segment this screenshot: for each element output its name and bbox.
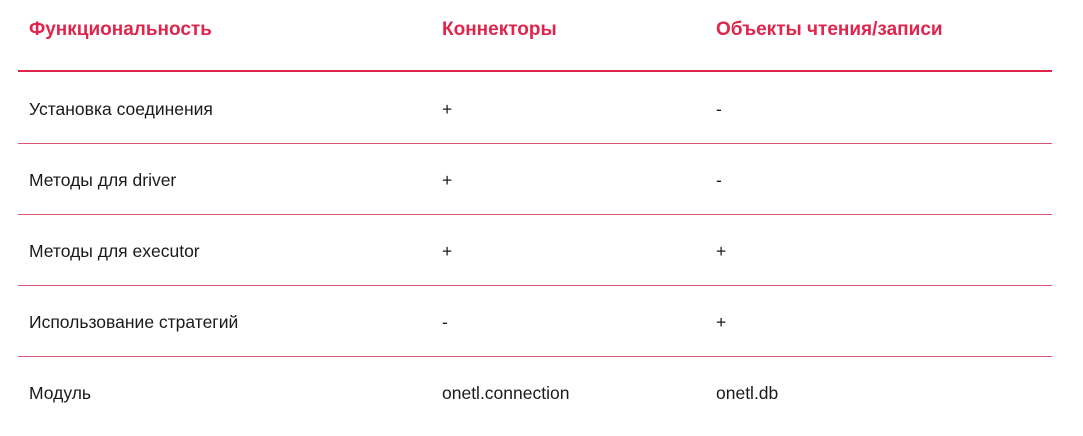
cell-read-write-objects: + bbox=[716, 312, 727, 332]
cell-connectors: + bbox=[442, 99, 453, 119]
cell-functionality: Модуль bbox=[29, 383, 92, 403]
cell-read-write-objects: + bbox=[716, 241, 727, 261]
cell-connectors: onetl.connection bbox=[442, 383, 570, 403]
cell-connectors: + bbox=[442, 170, 453, 190]
header-connectors: Коннекторы bbox=[442, 19, 557, 40]
comparison-table: Функциональность Коннекторы Объекты чтен… bbox=[0, 0, 1083, 436]
cell-connectors: + bbox=[442, 241, 453, 261]
table-row: Методы для executor + + bbox=[0, 214, 1083, 286]
cell-functionality: Методы для driver bbox=[29, 170, 177, 190]
cell-functionality: Использование стратегий bbox=[29, 312, 239, 332]
cell-functionality: Установка соединения bbox=[29, 99, 213, 119]
table-row: Методы для driver + - bbox=[0, 143, 1083, 215]
header-read-write-objects: Объекты чтения/записи bbox=[716, 19, 943, 40]
cell-read-write-objects: - bbox=[716, 170, 722, 190]
cell-functionality: Методы для executor bbox=[29, 241, 200, 261]
cell-read-write-objects: onetl.db bbox=[716, 383, 779, 403]
table-header: Функциональность Коннекторы Объекты чтен… bbox=[0, 0, 1083, 72]
table-row: Установка соединения + - bbox=[0, 72, 1083, 144]
table-row: Использование стратегий - + bbox=[0, 285, 1083, 357]
cell-read-write-objects: - bbox=[716, 99, 722, 119]
cell-connectors: - bbox=[442, 312, 448, 332]
header-functionality: Функциональность bbox=[29, 19, 212, 40]
table-row: Модуль onetl.connection onetl.db bbox=[0, 356, 1083, 427]
